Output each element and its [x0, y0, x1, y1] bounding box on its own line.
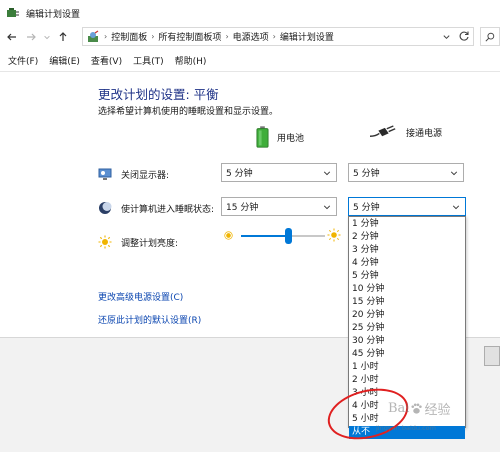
title-bar: 编辑计划设置	[0, 0, 500, 26]
slider-fill	[241, 235, 289, 237]
brightness-high-icon	[327, 228, 341, 242]
row-display-off: 关闭显示器:	[98, 167, 169, 181]
forward-button[interactable]	[24, 28, 38, 46]
breadcrumb-separator: ›	[225, 32, 229, 41]
dropdown-option[interactable]: 15 分钟	[349, 296, 465, 309]
arrow-right-icon	[27, 33, 36, 41]
control-panel-icon	[88, 30, 99, 42]
search-box[interactable]	[480, 27, 500, 46]
restore-defaults-link[interactable]: 还原此计划的默认设置(R)	[98, 313, 201, 326]
page-title: 更改计划的设置: 平衡	[98, 87, 219, 102]
recent-dropdown-button[interactable]	[43, 28, 51, 46]
page-subtitle: 选择希望计算机使用的睡眠设置和显示设置。	[98, 107, 279, 117]
brightness-low-icon	[224, 231, 233, 240]
watermark-url: jingyan.baidu.com	[376, 424, 436, 432]
chevron-down-icon	[323, 171, 331, 176]
breadcrumb-edit-plan[interactable]: 编辑计划设置	[280, 30, 334, 43]
display-off-plugged-select[interactable]: 5 分钟	[348, 163, 464, 182]
dropdown-option[interactable]: 2 小时	[349, 374, 465, 387]
brightness-sun-icon	[98, 235, 112, 249]
menu-tools[interactable]: 工具(T)	[133, 54, 164, 67]
dropdown-option[interactable]: 1 分钟	[349, 218, 465, 231]
breadcrumb-separator: ›	[272, 32, 276, 41]
navigation-bar: › 控制面板 › 所有控制面板项 › 电源选项 › 编辑计划设置	[0, 26, 500, 48]
display-off-label: 关闭显示器:	[121, 170, 170, 181]
sleep-battery-select[interactable]: 15 分钟	[221, 197, 337, 216]
refresh-icon[interactable]	[458, 30, 470, 42]
search-icon	[485, 32, 495, 42]
menu-edit[interactable]: 编辑(E)	[49, 54, 80, 67]
up-button[interactable]	[56, 28, 70, 46]
row-brightness: 调整计划亮度:	[98, 235, 178, 249]
chevron-down-icon	[323, 205, 331, 210]
dropdown-option[interactable]: 5 分钟	[349, 270, 465, 283]
display-off-battery-select[interactable]: 5 分钟	[221, 163, 337, 182]
cancel-button[interactable]	[484, 346, 500, 366]
back-button[interactable]	[5, 28, 19, 46]
sleep-moon-icon	[99, 202, 112, 214]
breadcrumb-all-items[interactable]: 所有控制面板项	[158, 30, 221, 43]
power-options-icon	[7, 8, 19, 17]
column-header-battery: 用电池	[256, 125, 304, 149]
dropdown-option[interactable]: 45 分钟	[349, 348, 465, 361]
slider-thumb[interactable]	[285, 228, 293, 244]
advanced-settings-link[interactable]: 更改高级电源设置(C)	[98, 290, 183, 303]
divider	[0, 71, 500, 72]
dropdown-option[interactable]: 4 分钟	[349, 257, 465, 270]
menu-view[interactable]: 查看(V)	[91, 54, 122, 67]
chevron-down-icon	[452, 205, 460, 210]
battery-icon	[256, 126, 269, 148]
menu-help[interactable]: 帮助(H)	[175, 54, 207, 67]
power-plug-icon	[370, 125, 396, 137]
paw-icon	[411, 403, 423, 414]
display-off-plugged-value: 5 分钟	[353, 169, 380, 179]
breadcrumb-power-options[interactable]: 电源选项	[233, 30, 269, 43]
window-title: 编辑计划设置	[26, 9, 81, 20]
row-sleep: 使计算机进入睡眠状态:	[98, 201, 214, 215]
sleep-label: 使计算机进入睡眠状态:	[121, 204, 215, 215]
watermark-brand: Bai	[388, 401, 410, 416]
sleep-plugged-value: 5 分钟	[353, 203, 380, 213]
brightness-battery-slider[interactable]	[224, 228, 344, 248]
breadcrumb-separator: ›	[104, 32, 108, 41]
dropdown-option[interactable]: 3 分钟	[349, 244, 465, 257]
menu-file[interactable]: 文件(F)	[8, 54, 38, 67]
chevron-down-icon	[450, 171, 458, 176]
dropdown-option[interactable]: 25 分钟	[349, 322, 465, 335]
watermark: Bai 经验	[388, 399, 450, 418]
display-off-battery-value: 5 分钟	[226, 169, 253, 179]
address-bar[interactable]: › 控制面板 › 所有控制面板项 › 电源选项 › 编辑计划设置	[82, 27, 474, 46]
arrow-left-icon	[7, 33, 16, 41]
column-header-plugged: 接通电源	[370, 125, 442, 140]
dropdown-option[interactable]: 20 分钟	[349, 309, 465, 322]
dropdown-option[interactable]: 10 分钟	[349, 283, 465, 296]
watermark-brand-tail: 经验	[424, 403, 451, 418]
dropdown-option[interactable]: 1 小时	[349, 361, 465, 374]
sleep-plugged-select[interactable]: 5 分钟	[348, 197, 466, 216]
menu-bar: 文件(F) 编辑(E) 查看(V) 工具(T) 帮助(H)	[0, 50, 500, 70]
chevron-down-icon	[44, 35, 50, 40]
column-label-plugged: 接通电源	[406, 129, 443, 139]
brightness-label: 调整计划亮度:	[121, 238, 179, 249]
dropdown-option[interactable]: 30 分钟	[349, 335, 465, 348]
breadcrumb-control-panel[interactable]: 控制面板	[111, 30, 147, 43]
breadcrumb-separator: ›	[151, 32, 155, 41]
arrow-up-icon	[59, 32, 67, 41]
address-dropdown-icon[interactable]	[442, 32, 451, 41]
column-label-battery: 用电池	[277, 133, 305, 144]
dropdown-option[interactable]: 2 分钟	[349, 231, 465, 244]
sleep-battery-value: 15 分钟	[226, 203, 259, 213]
monitor-icon	[98, 168, 112, 180]
